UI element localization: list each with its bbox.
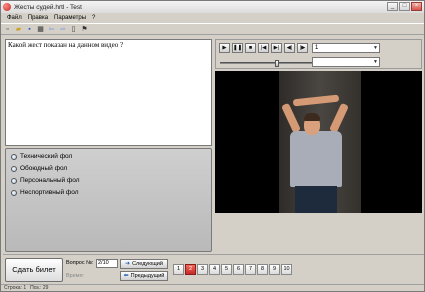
speed-select[interactable]: 1 ▼	[312, 43, 380, 53]
radio-icon[interactable]	[11, 153, 17, 160]
person-shirt	[290, 131, 342, 187]
question-number-button[interactable]: 8	[257, 264, 268, 275]
radio-icon[interactable]	[11, 189, 17, 196]
answers-panel: Технический фол Обоюдный фол Персональны…	[5, 148, 212, 252]
chevron-down-icon[interactable]: ▼	[373, 58, 378, 66]
answer-option[interactable]: Персональный фол	[11, 177, 80, 184]
menu-bar: Файл Правка Параметры ?	[1, 13, 424, 23]
skip-end-icon[interactable]: ▶|	[271, 43, 282, 53]
skip-start-icon[interactable]: |◀	[258, 43, 269, 53]
app-icon	[3, 3, 11, 11]
previous-button-label: Предыдущий	[130, 273, 165, 279]
bottom-panel: Сдать билет Вопрос №: 2/10 Время: ➜ След…	[3, 254, 424, 284]
next-button[interactable]: ➜ Следующий	[120, 259, 168, 269]
question-number-button[interactable]: 10	[281, 264, 292, 275]
mode-select[interactable]: ▼	[312, 57, 380, 67]
question-number-button[interactable]: 4	[209, 264, 220, 275]
player-controls: ▶ ❚❚ ■ |◀ ▶| ◀| |▶ 1 ▼ ▼	[215, 39, 422, 69]
next-button-label: Следующий	[132, 261, 163, 267]
answer-label: Обоюдный фол	[20, 165, 68, 172]
minimize-button[interactable]: _	[387, 2, 398, 11]
step-forward-icon[interactable]: |▶	[297, 43, 308, 53]
video-frame	[215, 71, 422, 213]
status-position: Поз.: 29	[30, 285, 49, 291]
question-number-button[interactable]: 9	[269, 264, 280, 275]
grid-icon[interactable]: ▦	[36, 25, 45, 34]
maximize-button[interactable]: □	[399, 2, 410, 11]
person-shorts	[295, 186, 337, 213]
play-icon[interactable]: ▶	[219, 43, 230, 53]
radio-icon[interactable]	[11, 165, 17, 172]
question-number-button[interactable]: 3	[197, 264, 208, 275]
app-window: Жесты судей.hrtl - Test _ □ × Файл Правк…	[0, 0, 425, 292]
save-icon[interactable]: ▪	[25, 25, 34, 34]
title-bar: Жесты судей.hrtl - Test _ □ ×	[1, 1, 424, 13]
answer-option[interactable]: Обоюдный фол	[11, 165, 67, 172]
arrow-right-icon: ➜	[125, 261, 131, 267]
question-number-label: Вопрос №:	[66, 260, 94, 266]
question-area: Какой жест показан на данном видео ?	[5, 39, 212, 146]
question-number-strip: 1 2 3 4 5 6 7 8 9 10	[173, 264, 292, 275]
seek-slider[interactable]	[220, 60, 315, 67]
menu-file[interactable]: Файл	[7, 15, 22, 21]
answer-label: Персональный фол	[20, 177, 80, 184]
question-number-button[interactable]: 5	[221, 264, 232, 275]
toolbar: ▫ ▰ ▪ ▦ ⇐ ⇒ ▯ ⚑	[1, 23, 424, 35]
radio-icon[interactable]	[11, 177, 17, 184]
question-number-field: 2/10	[96, 259, 118, 268]
answer-label: Неспортивный фол	[20, 189, 79, 196]
menu-edit[interactable]: Правка	[28, 15, 48, 21]
question-number-button[interactable]: 2	[185, 264, 196, 275]
previous-button[interactable]: ⬅ Предыдущий	[120, 271, 168, 281]
menu-help[interactable]: ?	[92, 15, 95, 21]
seek-slider-thumb[interactable]	[274, 60, 279, 67]
answer-option[interactable]: Технический фол	[11, 153, 72, 160]
open-folder-icon[interactable]: ▰	[14, 25, 23, 34]
submit-ticket-button[interactable]: Сдать билет	[5, 258, 63, 282]
arrow-left-icon: ⬅	[123, 273, 129, 279]
speed-select-value: 1	[315, 45, 319, 51]
step-back-icon[interactable]: ◀|	[284, 43, 295, 53]
close-button[interactable]: ×	[411, 2, 422, 11]
chevron-down-icon[interactable]: ▼	[373, 44, 378, 52]
forward-arrow-icon[interactable]: ⇒	[58, 25, 67, 34]
person-hair	[304, 113, 320, 121]
settings-icon[interactable]: ⚑	[80, 25, 89, 34]
new-file-icon[interactable]: ▫	[3, 25, 12, 34]
pause-icon[interactable]: ❚❚	[232, 43, 243, 53]
back-arrow-icon[interactable]: ⇐	[47, 25, 56, 34]
question-number-button[interactable]: 1	[173, 264, 184, 275]
time-label: Время:	[66, 273, 85, 279]
question-number-button[interactable]: 6	[233, 264, 244, 275]
question-number-button[interactable]: 7	[245, 264, 256, 275]
answer-label: Технический фол	[20, 153, 73, 160]
question-text: Какой жест показан на данном видео ?	[8, 41, 124, 49]
status-bar: Строка: 1 Поз.: 29	[1, 284, 424, 292]
window-title: Жесты судей.hrtl - Test	[14, 3, 82, 11]
document-icon[interactable]: ▯	[69, 25, 78, 34]
answer-option[interactable]: Неспортивный фол	[11, 189, 79, 196]
menu-settings[interactable]: Параметры	[54, 15, 86, 21]
stop-icon[interactable]: ■	[245, 43, 256, 53]
status-row: Строка: 1	[4, 285, 27, 291]
